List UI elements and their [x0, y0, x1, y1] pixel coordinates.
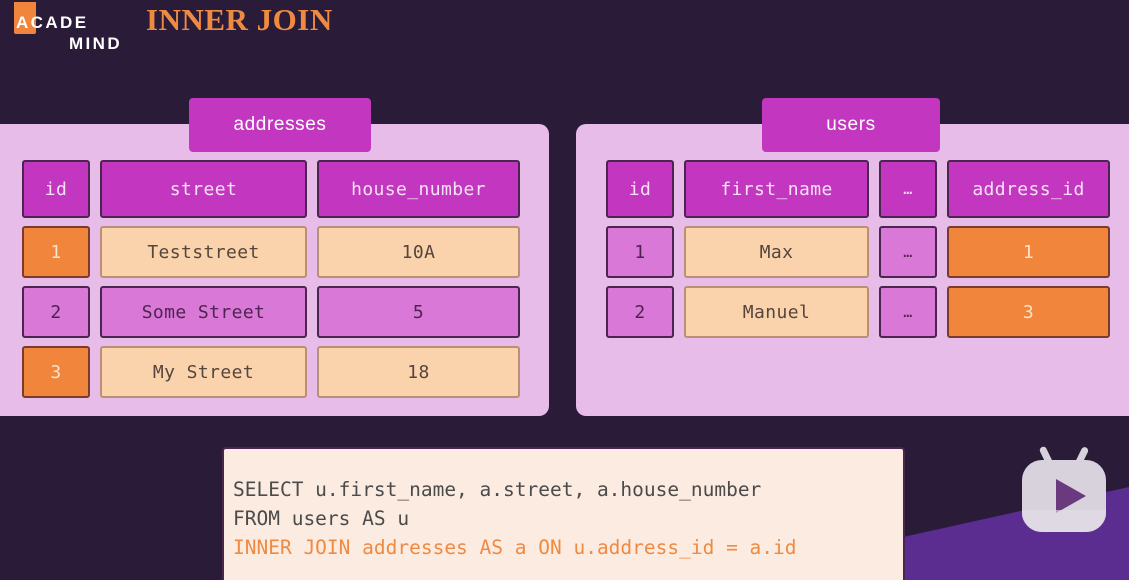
table-row: 2 Some Street 5	[22, 286, 520, 338]
addresses-table-label: addresses	[189, 98, 371, 152]
column-header-address-id: address_id	[947, 160, 1110, 218]
slide-canvas: ACADE MIND INNER JOIN addresses id stree…	[0, 0, 1129, 580]
logo-line-one: ACADE	[16, 13, 89, 32]
cell-addresses-id: 1	[22, 226, 90, 278]
logo-line-two: MIND	[68, 34, 122, 53]
page-title: INNER JOIN	[146, 2, 333, 37]
cell-users-ellipsis: …	[879, 226, 937, 278]
column-header-first-name: first_name	[684, 160, 869, 218]
addresses-grid: id street house_number 1 Teststreet 10A …	[22, 160, 520, 398]
sql-line-from: FROM users AS u	[233, 507, 410, 530]
cell-users-address-id: 3	[947, 286, 1110, 338]
cell-users-id: 2	[606, 286, 674, 338]
table-row: 1 Max … 1	[606, 226, 1110, 278]
cell-addresses-house-number: 10A	[317, 226, 520, 278]
table-header-row: id first_name … address_id	[606, 160, 1110, 218]
cell-addresses-house-number: 18	[317, 346, 520, 398]
sql-line-select: SELECT u.first_name, a.street, a.house_n…	[233, 478, 762, 501]
cell-users-first-name: Max	[684, 226, 869, 278]
table-header-row: id street house_number	[22, 160, 520, 218]
column-header-ellipsis: …	[879, 160, 937, 218]
users-grid: id first_name … address_id 1 Max … 1 2 M…	[606, 160, 1110, 338]
table-row: 1 Teststreet 10A	[22, 226, 520, 278]
sql-line-join: INNER JOIN addresses AS a ON u.address_i…	[233, 536, 797, 559]
column-header-id: id	[22, 160, 90, 218]
users-table-label: users	[762, 98, 940, 152]
column-header-id: id	[606, 160, 674, 218]
cell-users-id: 1	[606, 226, 674, 278]
table-row: 3 My Street 18	[22, 346, 520, 398]
tv-play-icon	[1020, 440, 1108, 538]
cell-users-address-id: 1	[947, 226, 1110, 278]
table-row: 2 Manuel … 3	[606, 286, 1110, 338]
cell-addresses-street: Teststreet	[100, 226, 307, 278]
cell-addresses-id: 2	[22, 286, 90, 338]
cell-addresses-street: My Street	[100, 346, 307, 398]
academind-logo: ACADE MIND	[8, 2, 128, 58]
sql-query-panel: SELECT u.first_name, a.street, a.house_n…	[222, 447, 905, 580]
logo-wordmark: ACADE MIND	[8, 12, 128, 54]
cell-addresses-street: Some Street	[100, 286, 307, 338]
cell-users-first-name: Manuel	[684, 286, 869, 338]
column-header-street: street	[100, 160, 307, 218]
cell-addresses-id: 3	[22, 346, 90, 398]
cell-addresses-house-number: 5	[317, 286, 520, 338]
cell-users-ellipsis: …	[879, 286, 937, 338]
column-header-house-number: house_number	[317, 160, 520, 218]
